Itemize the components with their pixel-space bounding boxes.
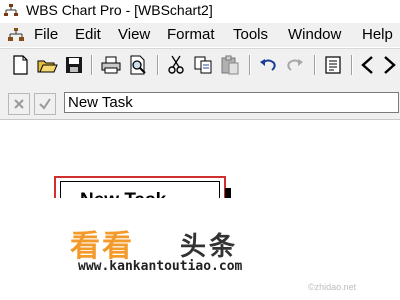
watermark-logo-dark: 头条 [180, 232, 239, 262]
confirm-edit-button[interactable] [34, 93, 56, 115]
toolbar-separator [91, 55, 93, 75]
redo-icon [287, 59, 303, 71]
previous-icon [361, 56, 373, 74]
next-icon [384, 56, 396, 74]
undo-icon [260, 59, 276, 71]
print-preview-icon [130, 55, 146, 75]
print-preview-button[interactable] [127, 54, 149, 76]
task-name-input[interactable] [64, 92, 399, 113]
new-button[interactable] [9, 54, 31, 76]
menu-format[interactable]: Format [167, 26, 215, 43]
open-button[interactable] [36, 54, 58, 76]
cut-icon [168, 55, 184, 74]
toolbar-separator [351, 55, 353, 75]
close-icon [14, 99, 24, 109]
wbs-app-icon [4, 4, 18, 16]
menu-view[interactable]: View [118, 26, 150, 43]
watermark-url: www.kankantoutiao.com [78, 259, 243, 274]
menu-bar: File Edit View Format Tools Window Help [0, 23, 400, 47]
toolbar-separator [157, 55, 159, 75]
paste-icon [221, 55, 239, 75]
next-button[interactable] [378, 54, 400, 76]
redo-button[interactable] [284, 54, 306, 76]
copy-button[interactable] [192, 54, 214, 76]
print-button[interactable] [100, 54, 122, 76]
menu-window[interactable]: Window [288, 26, 341, 43]
edit-bar [0, 87, 400, 120]
undo-button[interactable] [257, 54, 279, 76]
new-icon [13, 55, 28, 75]
checkmark-icon [39, 98, 51, 110]
cut-button[interactable] [165, 54, 187, 76]
menu-edit[interactable]: Edit [75, 26, 101, 43]
cancel-edit-button[interactable] [8, 93, 30, 115]
copy-icon [194, 56, 212, 74]
paste-button[interactable] [219, 54, 241, 76]
save-button[interactable] [63, 54, 85, 76]
watermark-credit: ©zhidao.net [308, 282, 357, 292]
toolbar [0, 48, 400, 87]
window-title: WBS Chart Pro - [WBSchart2] [26, 2, 213, 18]
toolbar-separator [314, 55, 316, 75]
print-icon [101, 56, 121, 74]
previous-button[interactable] [357, 54, 379, 76]
properties-icon [325, 56, 341, 74]
menu-help[interactable]: Help [362, 26, 393, 43]
menu-file[interactable]: File [34, 26, 58, 43]
save-icon [66, 57, 82, 73]
open-icon [37, 60, 58, 73]
title-bar: WBS Chart Pro - [WBSchart2] [0, 0, 400, 22]
properties-button[interactable] [322, 54, 344, 76]
toolbar-separator [249, 55, 251, 75]
menu-tools[interactable]: Tools [233, 26, 268, 43]
document-icon[interactable] [8, 27, 24, 43]
